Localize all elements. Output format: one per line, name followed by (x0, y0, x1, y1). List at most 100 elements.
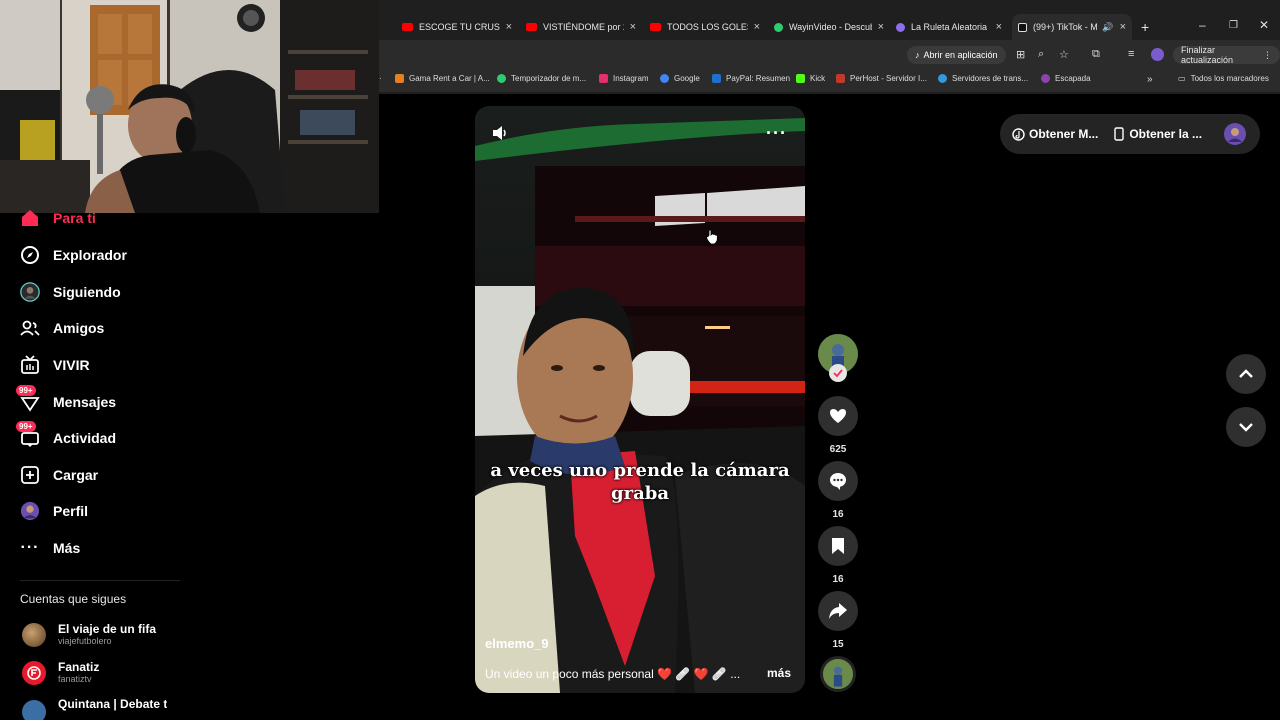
close-icon[interactable]: × (630, 21, 636, 33)
tiktok-music-icon (1012, 127, 1025, 141)
tiktok-icon (1018, 22, 1027, 32)
bookmark-item[interactable]: Gama Rent a Car | A... (395, 74, 490, 83)
more-options-icon[interactable]: ··· (766, 123, 787, 144)
fanatiz-avatar-icon (22, 661, 46, 685)
sidebar-item-actividad[interactable]: 99+ Actividad (16, 421, 116, 452)
get-app-button[interactable]: Obtener la ... (1114, 127, 1202, 141)
mouse-cursor-icon (706, 229, 718, 250)
upload-icon (20, 465, 40, 485)
bookmark-item[interactable]: Google (660, 74, 700, 83)
bookmark-item[interactable]: Instagram (599, 74, 649, 83)
bookmark-partial[interactable]: · (379, 74, 382, 83)
sidebar-item-amigos[interactable]: Amigos (20, 314, 104, 342)
speaker-icon[interactable]: 🔊 (1102, 22, 1113, 33)
translate-icon[interactable]: ⊞ (1016, 48, 1025, 61)
sidebar-item-para-ti[interactable]: Para ti (20, 204, 96, 232)
notification-badge: 99+ (16, 421, 36, 432)
close-icon[interactable]: × (878, 21, 884, 33)
music-disc-icon[interactable] (820, 656, 856, 692)
share-icon[interactable] (818, 591, 858, 631)
avatar (22, 623, 46, 647)
tab-escoge[interactable]: ESCOGE TU CRUSH S × (396, 14, 518, 40)
zoom-icon[interactable]: ⌕ (1038, 48, 1044, 61)
video-description: Un video un poco más personal ❤️ 🩹 ❤️ 🩹 … (485, 667, 741, 681)
sidebar-item-mas[interactable]: ··· Más (20, 534, 81, 562)
follows-section-title: Cuentas que sigues (20, 592, 127, 606)
google-icon (660, 74, 669, 83)
open-in-app-button[interactable]: ♪ Abrir en aplicación (907, 46, 1006, 64)
close-icon[interactable]: × (996, 21, 1002, 33)
next-video-button[interactable] (1226, 407, 1266, 447)
tiktok-icon: ♪ (915, 50, 920, 60)
save-action[interactable]: 16 (818, 526, 858, 585)
tab-tiktok[interactable]: (99+) TikTok - Ma 🔊 × (1012, 14, 1132, 40)
close-icon[interactable]: × (754, 21, 760, 33)
more-icon: ··· (20, 539, 40, 556)
tab-close-partial[interactable]: × (379, 14, 391, 40)
webcam-overlay (0, 0, 379, 213)
volume-icon[interactable] (491, 124, 509, 147)
sidebar-item-vivir[interactable]: VIVIR (20, 351, 90, 379)
comment-icon[interactable] (818, 461, 858, 501)
paypal-icon (712, 74, 721, 83)
kebab-menu-icon[interactable]: ⋮ (1263, 50, 1272, 61)
perhost-icon (836, 74, 845, 83)
bookmarks-overflow-icon[interactable]: » (1147, 74, 1153, 85)
following-check-icon[interactable] (829, 364, 847, 382)
finish-update-button[interactable]: Finalizar actualización ⋮ (1173, 45, 1280, 65)
close-icon[interactable]: × (506, 21, 512, 33)
bookmark-item[interactable]: Servidores de trans... (938, 74, 1028, 83)
bookmark-icon[interactable] (818, 526, 858, 566)
profile-avatar-icon[interactable] (1224, 123, 1247, 145)
get-music-button[interactable]: Obtener M... (1012, 127, 1098, 141)
servers-icon (938, 74, 947, 83)
followed-account[interactable]: Quintana | Debate t (22, 694, 167, 720)
sidebar-item-siguiendo[interactable]: Siguiendo (20, 278, 121, 306)
tab-vistiendome[interactable]: VISTIÉNDOME por 20 × (520, 14, 642, 40)
close-icon[interactable]: × (1120, 21, 1126, 33)
bookmark-item[interactable]: Escapada (1041, 74, 1091, 83)
video-author[interactable]: elmemo_9 (485, 636, 549, 651)
like-action[interactable]: 625 (818, 396, 858, 455)
minimize-icon[interactable]: – (1199, 18, 1206, 32)
heart-icon[interactable] (818, 396, 858, 436)
bookmark-item[interactable]: PerHost - Servidor I... (836, 74, 927, 83)
following-avatar-icon (20, 282, 40, 302)
tab-goles[interactable]: TODOS LOS GOLES D × (644, 14, 766, 40)
video-player[interactable]: ··· a veces uno prende la cámara graba e… (475, 106, 805, 693)
previous-video-button[interactable] (1226, 354, 1266, 394)
share-action[interactable]: 15 (818, 591, 858, 650)
comment-action[interactable]: 16 (818, 461, 858, 520)
sidebar-item-mensajes[interactable]: 99+ Mensajes (16, 385, 116, 416)
messages-icon: 99+ (16, 385, 40, 412)
restore-icon[interactable]: ❐ (1229, 20, 1238, 31)
more-description-button[interactable]: más (767, 666, 791, 680)
new-tab-button[interactable]: + (1135, 14, 1153, 40)
bookmark-item[interactable]: Temporizador de m... (497, 74, 586, 83)
activity-icon: 99+ (16, 421, 40, 448)
profile-avatar-icon (20, 501, 40, 521)
media-controls-icon[interactable]: ≡ (1128, 48, 1134, 60)
tab-wayinvideo[interactable]: WayinVideo - Descub × (768, 14, 890, 40)
kick-icon (796, 74, 805, 83)
followed-account[interactable]: Fanatiz fanatiztv (22, 658, 99, 688)
followed-account[interactable]: El viaje de un fifa viajefutbolero (22, 620, 156, 650)
wayinvideo-icon (774, 22, 783, 32)
all-bookmarks[interactable]: ▭ Todos los marcadores (1178, 74, 1269, 83)
sound-avatar[interactable] (818, 656, 858, 692)
video-frame (475, 106, 805, 693)
sidebar-item-explorador[interactable]: Explorador (20, 241, 127, 269)
sidebar-item-cargar[interactable]: Cargar (20, 461, 98, 489)
tab-ruleta[interactable]: La Ruleta Aleatoria × (890, 14, 1008, 40)
extensions-icon[interactable]: ⧉ (1092, 48, 1100, 61)
bookmark-item[interactable]: Kick (796, 74, 825, 83)
sidebar-item-perfil[interactable]: Perfil (20, 497, 88, 525)
creator-avatar[interactable] (818, 334, 858, 382)
folder-icon: ▭ (1178, 74, 1186, 83)
roulette-icon (896, 22, 905, 32)
youtube-icon (650, 23, 661, 31)
bookmark-item[interactable]: PayPal: Resumen (712, 74, 790, 83)
window-close-icon[interactable]: ✕ (1259, 18, 1269, 32)
profile-avatar-icon[interactable] (1151, 48, 1164, 61)
star-icon[interactable]: ☆ (1059, 48, 1069, 61)
